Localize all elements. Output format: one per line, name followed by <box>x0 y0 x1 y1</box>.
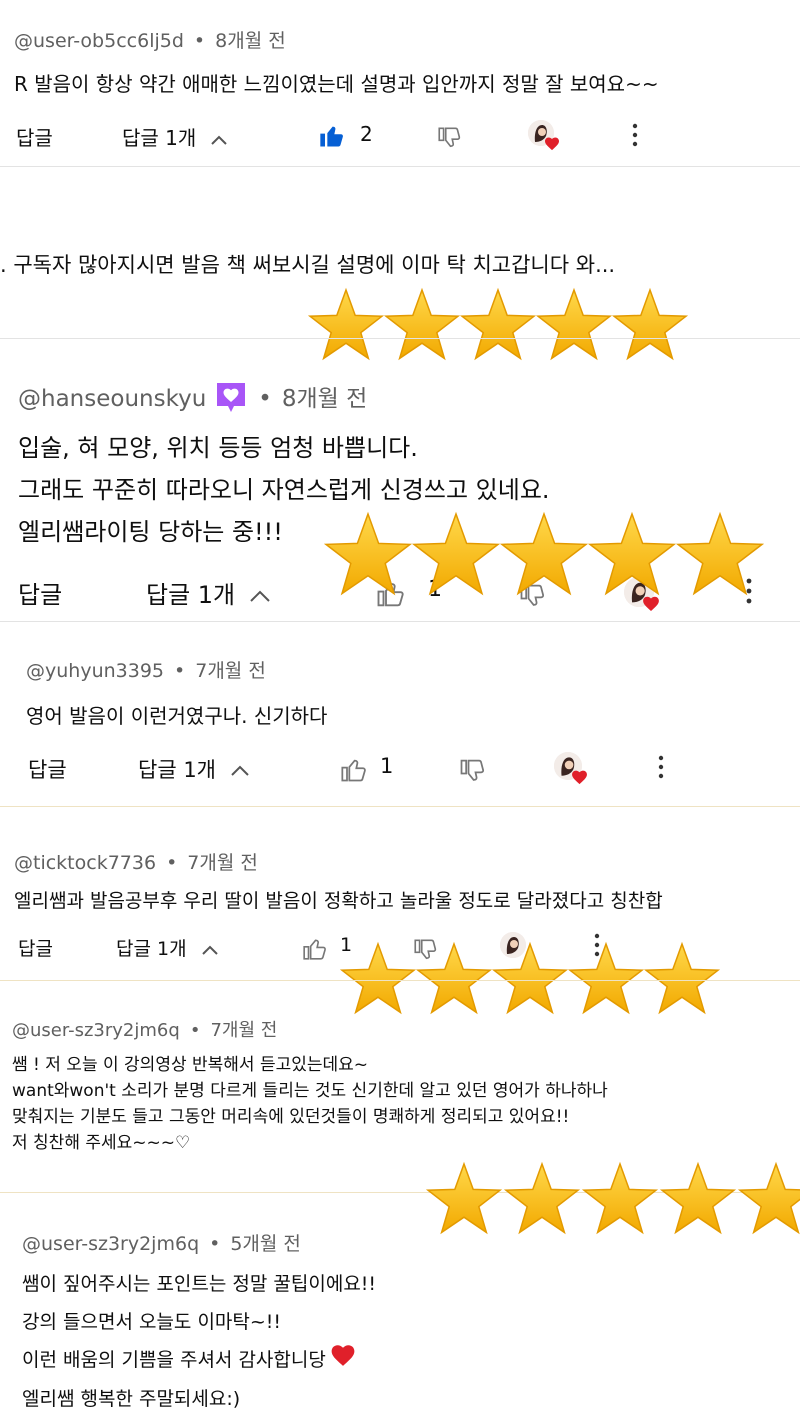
comment-line: 엘리쌤 행복한 주말되세요:) <box>22 1387 241 1410</box>
star-icon <box>413 513 499 595</box>
replies-toggle-button[interactable]: 답글 1개 <box>116 934 219 961</box>
star-rating <box>322 508 772 606</box>
star-icon <box>589 513 675 595</box>
replies-count: 답글 1개 <box>116 938 187 960</box>
comment-header: @user-sz3ry2jm6q • 7개월 전 <box>12 1016 277 1042</box>
star-icon <box>583 1163 657 1234</box>
chevron-up-icon <box>249 581 271 609</box>
star-icon <box>505 1163 579 1234</box>
like-count: 2 <box>360 122 373 146</box>
separator-dot: • <box>174 660 186 682</box>
creator-avatar[interactable] <box>528 120 559 151</box>
comment-line: want와won't 소리가 분명 다르게 들리는 것도 신기한데 알고 있던 … <box>12 1081 608 1101</box>
comment-line: 입술, 혀 모양, 위치 등등 엄청 바쁩니다. <box>18 434 418 462</box>
timestamp: 7개월 전 <box>187 852 258 874</box>
creator-avatar[interactable] <box>554 752 587 785</box>
comment-text: 엘리쌤과 발음공부후 우리 딸이 발음이 정확하고 놀라울 정도로 달라졌다고 … <box>14 886 663 913</box>
comment-line: 맞춰지는 기분도 들고 그동안 머리속에 있던것들이 명쾌하게 정리되고 있어요… <box>12 1107 570 1127</box>
comment-line-text: 이런 배움의 기쁨을 주셔서 감사합니당 <box>22 1349 326 1371</box>
comment-line: 쌤이 짚어주시는 포인트는 정말 꿀팁이에요!! <box>22 1273 377 1295</box>
reply-button[interactable]: 답글 <box>18 575 62 610</box>
author-handle[interactable]: @user-ob5cc6lj5d <box>14 30 184 52</box>
comment-actions: 답글 답글 1개 1 <box>0 750 800 786</box>
heart-icon <box>330 1342 356 1380</box>
star-icon <box>501 513 587 595</box>
heart-icon <box>544 136 560 155</box>
thumbs-up-icon[interactable] <box>318 122 346 150</box>
comment-header: @hanseounskyu • 8개월 전 <box>18 379 367 420</box>
comment-line: 그래도 꾸준히 따라오니 자연스럽게 신경쓰고 있네요. <box>18 476 550 504</box>
reply-button[interactable]: 답글 <box>18 934 53 961</box>
thumbs-up-icon[interactable] <box>340 756 368 784</box>
comment-header: @yuhyun3395 • 7개월 전 <box>26 656 266 683</box>
thumbs-down-icon[interactable] <box>436 124 462 150</box>
author-handle[interactable]: @ticktock7736 <box>14 852 156 874</box>
comment-line: 이런 배움의 기쁨을 주셔서 감사합니당 <box>22 1341 376 1380</box>
comment-text: R 발음이 항상 약간 애매한 느낌이였는데 설명과 입안까지 정말 잘 보여요… <box>14 68 659 97</box>
thumbs-down-icon[interactable] <box>458 756 486 784</box>
star-icon <box>325 513 411 595</box>
replies-count: 답글 1개 <box>138 758 216 782</box>
comment-header: @ticktock7736 • 7개월 전 <box>14 848 258 875</box>
comment-line: 강의 들으면서 오늘도 이마탁~!! <box>22 1311 282 1333</box>
comment-actions: 답글 답글 1개 2 <box>0 118 800 154</box>
replies-count: 답글 1개 <box>146 581 236 609</box>
comment-text: 영어 발음이 이런거였구나. 신기하다 <box>26 700 327 729</box>
thumbs-up-icon[interactable] <box>302 936 328 962</box>
comment-header: @user-ob5cc6lj5d • 8개월 전 <box>14 26 286 53</box>
chevron-up-icon <box>201 938 219 960</box>
member-badge-icon <box>214 380 248 420</box>
star-icon <box>427 1163 501 1234</box>
comment-line: 쌤 ! 저 오늘 이 강의영상 반복해서 듣고있는데요~ <box>12 1055 369 1075</box>
reply-button[interactable]: 답글 <box>28 754 67 784</box>
like-count: 1 <box>380 754 394 778</box>
replies-count: 답글 1개 <box>122 126 197 150</box>
separator-dot: • <box>193 30 206 52</box>
replies-toggle-button[interactable]: 답글 1개 <box>146 575 271 610</box>
author-handle[interactable]: @yuhyun3395 <box>26 660 164 682</box>
comment-4: @yuhyun3395 • 7개월 전 영어 발음이 이런거였구나. 신기하다 답글… <box>0 622 800 806</box>
reply-button[interactable]: 답글 <box>16 122 53 151</box>
more-vert-icon[interactable] <box>654 754 668 784</box>
comment-header: @user-sz3ry2jm6q • 5개월 전 <box>22 1229 301 1256</box>
author-handle[interactable]: @user-sz3ry2jm6q <box>22 1233 199 1255</box>
separator-dot: • <box>258 386 272 412</box>
comment-line: 영어 발음이 이런거였구나. 신기하다 <box>26 704 328 728</box>
star-icon <box>677 513 763 595</box>
comment-text: . 구독자 많아지시면 발음 책 써보시길 설명에 이마 탁 치고갑니다 와..… <box>0 249 615 279</box>
comment-1: @user-ob5cc6lj5d • 8개월 전 R 발음이 항상 약간 애매한 느… <box>0 0 800 166</box>
replies-toggle-button[interactable]: 답글 1개 <box>138 754 250 784</box>
more-vert-icon[interactable] <box>628 122 642 152</box>
comment-line: 엘리쌤과 발음공부후 우리 딸이 발음이 정확하고 놀라울 정도로 달라졌다고 … <box>14 890 663 912</box>
author-handle[interactable]: @hanseounskyu <box>18 386 206 412</box>
chevron-up-icon <box>230 758 250 782</box>
timestamp: 7개월 전 <box>195 660 266 682</box>
comment-line: 저 칭찬해 주세요~~~♡ <box>12 1133 191 1153</box>
timestamp: 5개월 전 <box>230 1233 301 1255</box>
timestamp: 7개월 전 <box>210 1020 278 1041</box>
divider <box>0 806 800 807</box>
heart-icon <box>571 769 588 789</box>
separator-dot: • <box>166 852 178 874</box>
comment-text: 쌤 ! 저 오늘 이 강의영상 반복해서 듣고있는데요~ want와won't … <box>12 1052 608 1156</box>
comment-line: . 구독자 많아지시면 발음 책 써보시길 설명에 이마 탁 치고갑니다 와..… <box>0 253 616 277</box>
replies-toggle-button[interactable]: 답글 1개 <box>122 122 228 151</box>
comment-text: 쌤이 짚어주시는 포인트는 정말 꿀팁이에요!! 강의 들으면서 오늘도 이마탁… <box>22 1265 376 1418</box>
timestamp: 8개월 전 <box>215 30 286 52</box>
separator-dot: • <box>209 1233 221 1255</box>
star-rating <box>424 1160 800 1246</box>
star-icon <box>739 1163 800 1234</box>
author-handle[interactable]: @user-sz3ry2jm6q <box>12 1020 180 1041</box>
divider <box>0 980 800 981</box>
star-icon <box>661 1163 735 1234</box>
timestamp: 8개월 전 <box>281 386 368 412</box>
separator-dot: • <box>189 1020 201 1041</box>
chevron-up-icon <box>210 126 228 150</box>
comment-line: R 발음이 항상 약간 애매한 느낌이였는데 설명과 입안까지 정말 잘 보여요… <box>14 72 659 96</box>
